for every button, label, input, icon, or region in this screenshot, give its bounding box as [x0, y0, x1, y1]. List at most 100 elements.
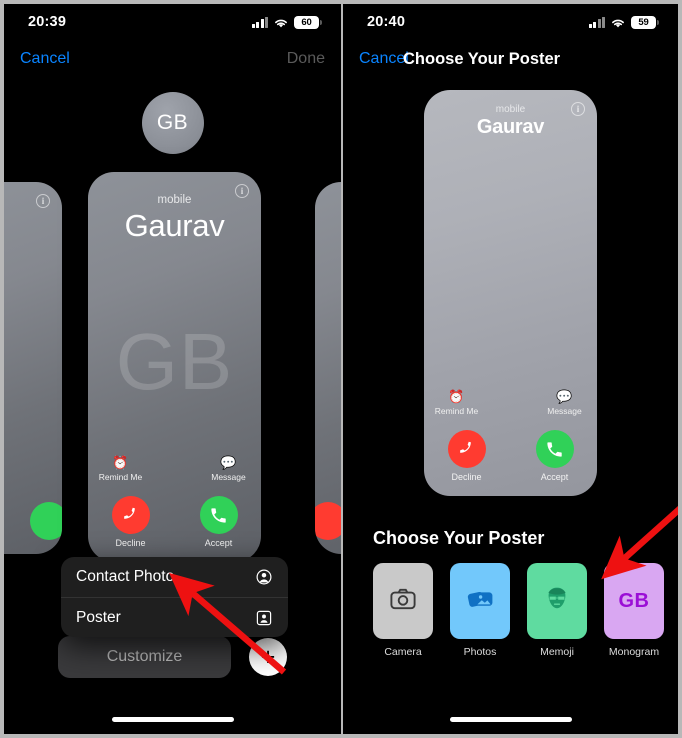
- message-button[interactable]: 💬 Message: [201, 455, 257, 482]
- decline-label: Decline: [451, 472, 482, 482]
- poster-option-list: Camera Photos Memoji GB Monogram: [343, 563, 678, 658]
- card-contact-name: Gaurav: [476, 116, 545, 138]
- tile-label: Photos: [463, 646, 497, 658]
- message-label: Message: [211, 472, 246, 482]
- status-indicators: 59: [588, 15, 659, 29]
- poster-carousel[interactable]: i i mobile Gaurav GB ⏰ Remind Me 💬 Messa…: [4, 172, 341, 592]
- call-buttons: Decline Accept: [88, 496, 261, 548]
- secondary-actions: ⏰ Remind Me 💬 Message: [88, 455, 261, 482]
- alarm-clock-icon: ⏰: [112, 455, 129, 470]
- memoji-icon: [545, 586, 569, 617]
- wifi-icon: [273, 16, 289, 28]
- home-indicator: [111, 717, 234, 722]
- tile-label: Memoji: [540, 646, 574, 658]
- message-bubble-icon: 💬: [556, 389, 573, 404]
- call-buttons: Decline Accept: [424, 430, 597, 482]
- battery-icon: 60: [294, 15, 322, 29]
- status-bar-left: 20:39 60: [4, 4, 341, 40]
- cancel-button[interactable]: Cancel: [20, 50, 70, 68]
- person-circle-icon: [255, 568, 273, 586]
- tile-box[interactable]: [527, 563, 587, 639]
- right-phone-screen: 20:40 59 Cancel Choose Your Poster i mob…: [341, 0, 682, 738]
- bottom-action-row: Customize +: [4, 636, 341, 678]
- poster-card-current[interactable]: i mobile Gaurav GB ⏰ Remind Me 💬 Message: [88, 172, 261, 562]
- card-actions: [4, 502, 62, 540]
- message-bubble-icon: 💬: [220, 455, 237, 470]
- cellular-bars-icon: [588, 16, 605, 28]
- info-icon[interactable]: i: [235, 184, 249, 198]
- menu-item-label: Poster: [76, 608, 121, 626]
- decline-icon: [447, 430, 486, 468]
- done-button[interactable]: Done: [287, 50, 325, 68]
- cancel-button[interactable]: Cancel: [359, 50, 409, 68]
- menu-item-poster[interactable]: Poster: [61, 597, 288, 637]
- card-monogram: GB: [115, 317, 234, 406]
- tile-label: Camera: [384, 646, 422, 658]
- poster-card-next[interactable]: [315, 182, 341, 554]
- accept-icon: [535, 430, 574, 468]
- section-title: Choose Your Poster: [373, 528, 545, 548]
- card-actions: ⏰ Remind Me 💬 Message Decline Accept: [424, 389, 597, 482]
- card-actions: [315, 502, 341, 540]
- poster-option-memoji[interactable]: Memoji: [527, 563, 587, 658]
- left-phone-screen: 20:39 60 Cancel Done GB i i mobile Gaura…: [0, 0, 341, 738]
- decline-button[interactable]: Decline: [439, 430, 495, 482]
- poster-card-previous[interactable]: i: [4, 182, 62, 554]
- accept-label: Accept: [204, 538, 233, 548]
- person-card-icon: [255, 609, 273, 627]
- context-menu: Contact Photo Poster: [61, 557, 288, 637]
- poster-option-photos[interactable]: Photos: [450, 563, 510, 658]
- accept-label: Accept: [540, 472, 569, 482]
- status-time: 20:40: [367, 14, 406, 30]
- card-phone-label: mobile: [157, 194, 192, 206]
- tile-box[interactable]: GB: [604, 563, 664, 639]
- decline-label: Decline: [115, 538, 146, 548]
- nav-bar-right: Cancel Choose Your Poster: [343, 40, 678, 78]
- alarm-clock-icon: ⏰: [448, 389, 465, 404]
- poster-option-monogram[interactable]: GB Monogram: [604, 563, 664, 658]
- battery-icon: 59: [631, 15, 659, 29]
- tile-label: Monogram: [608, 646, 660, 658]
- menu-item-label: Contact Photo: [76, 568, 175, 585]
- remind-me-label: Remind Me: [434, 406, 479, 416]
- card-actions: ⏰ Remind Me 💬 Message Decline Accept: [88, 455, 261, 548]
- poster-preview-card[interactable]: i mobile Gaurav ⏰ Remind Me 💬 Message De…: [424, 90, 597, 496]
- avatar[interactable]: GB: [141, 92, 204, 154]
- battery-percent: 59: [638, 16, 649, 28]
- cellular-bars-icon: [251, 16, 268, 28]
- status-time: 20:39: [28, 14, 67, 30]
- tile-box[interactable]: [373, 563, 433, 639]
- menu-item-contact-photo[interactable]: Contact Photo: [61, 557, 288, 597]
- monogram-initials: GB: [618, 589, 650, 612]
- screenshot-root: 20:39 60 Cancel Done GB i i mobile Gaura…: [0, 0, 682, 738]
- avatar-wrapper: GB: [4, 92, 341, 154]
- call-buttons: [4, 502, 62, 540]
- decline-button[interactable]: [315, 502, 341, 540]
- decline-icon: [315, 502, 341, 540]
- add-button[interactable]: +: [249, 638, 287, 676]
- remind-me-label: Remind Me: [98, 472, 143, 482]
- page-title: Choose Your Poster: [403, 49, 561, 68]
- call-buttons: [315, 502, 341, 540]
- accept-button[interactable]: [30, 502, 62, 540]
- photos-icon: [467, 587, 494, 615]
- battery-percent: 60: [301, 16, 312, 28]
- customize-button[interactable]: Customize: [58, 636, 231, 678]
- message-button[interactable]: 💬 Message: [537, 389, 593, 416]
- accept-icon: [199, 496, 238, 534]
- accept-button[interactable]: Accept: [527, 430, 583, 482]
- decline-button[interactable]: Decline: [103, 496, 159, 548]
- poster-option-camera[interactable]: Camera: [373, 563, 433, 658]
- accept-button[interactable]: Accept: [191, 496, 247, 548]
- status-bar-right: 20:40 59: [343, 4, 678, 40]
- remind-me-button[interactable]: ⏰ Remind Me: [93, 455, 149, 482]
- decline-icon: [111, 496, 150, 534]
- tile-box[interactable]: [450, 563, 510, 639]
- info-icon[interactable]: i: [571, 102, 585, 116]
- info-icon[interactable]: i: [36, 194, 50, 208]
- nav-bar-left: Cancel Done: [4, 40, 341, 78]
- secondary-actions: ⏰ Remind Me 💬 Message: [424, 389, 597, 416]
- remind-me-button[interactable]: ⏰ Remind Me: [429, 389, 485, 416]
- accept-icon: [30, 502, 62, 540]
- message-label: Message: [547, 406, 582, 416]
